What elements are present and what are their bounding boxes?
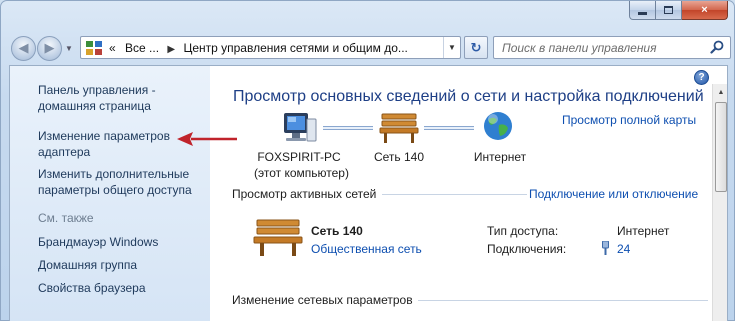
- breadcrumb-overflow[interactable]: «: [109, 41, 116, 55]
- breadcrumb-item-network-center[interactable]: Центр управления сетями и общим до...: [183, 41, 407, 55]
- breadcrumb: « Все ... ▶ Центр управления сетями и об…: [109, 41, 408, 55]
- see-also-label: См. также: [38, 211, 94, 225]
- access-type-value: Интернет: [617, 224, 670, 238]
- annotation-arrow-icon: [177, 132, 237, 146]
- task-pane: Панель управления - домашняя страница Из…: [10, 66, 210, 321]
- access-type-label: Тип доступа:: [487, 224, 559, 238]
- sidebar-item-windows-firewall[interactable]: Брандмауэр Windows: [38, 234, 208, 250]
- active-network-name: Сеть 140: [311, 224, 363, 238]
- search-icon[interactable]: [710, 40, 724, 54]
- computer-subtitle: (этот компьютер): [254, 166, 349, 180]
- forward-arrow-icon: ▶: [44, 40, 55, 55]
- refresh-button[interactable]: ↻: [464, 36, 488, 59]
- back-arrow-icon: ◀: [18, 40, 29, 55]
- ethernet-connection-icon: [602, 241, 609, 255]
- caption-buttons: ×: [629, 1, 728, 20]
- connect-or-disconnect-link[interactable]: Подключение или отключение: [529, 187, 698, 201]
- vertical-scrollbar[interactable]: ▲: [712, 84, 727, 321]
- sidebar-item-homegroup[interactable]: Домашняя группа: [38, 257, 208, 273]
- address-bar[interactable]: « Все ... ▶ Центр управления сетями и об…: [80, 36, 461, 59]
- recent-pages-dropdown[interactable]: ▼: [64, 44, 74, 53]
- connections-label: Подключения:: [487, 242, 567, 256]
- internet-globe-icon: [484, 112, 512, 140]
- navigation-bar: ◀ ▶ ▼ « Все ... ▶ Центр управления сетям…: [9, 34, 731, 62]
- close-icon: ×: [701, 4, 708, 16]
- sidebar-item-internet-options[interactable]: Свойства браузера: [38, 280, 208, 296]
- scrollbar-thumb[interactable]: [715, 102, 727, 192]
- breadcrumb-item-all[interactable]: Все ...: [125, 41, 159, 55]
- page-title: Просмотр основных сведений о сети и наст…: [233, 88, 704, 105]
- connection-link[interactable]: 24: [617, 242, 630, 256]
- minimize-button[interactable]: [629, 1, 656, 20]
- content-area: Панель управления - домашняя страница Из…: [9, 65, 728, 321]
- maximize-button[interactable]: [656, 1, 682, 20]
- bench-network-large-icon: [253, 219, 303, 256]
- search-input[interactable]: Поиск в панели управления: [493, 36, 731, 59]
- maximize-icon: [664, 6, 673, 14]
- breadcrumb-separator-icon[interactable]: ▶: [167, 44, 175, 55]
- scroll-up-icon[interactable]: ▲: [713, 84, 727, 100]
- forward-button[interactable]: ▶: [37, 35, 62, 61]
- view-full-map-link[interactable]: Просмотр полной карты: [562, 113, 696, 127]
- address-dropdown-button[interactable]: ▼: [443, 37, 460, 58]
- minimize-icon: [638, 11, 647, 15]
- internet-label: Интернет: [473, 150, 527, 164]
- section-divider: [382, 194, 527, 195]
- sidebar-item-advanced-sharing-settings[interactable]: Изменить дополнительные параметры общего…: [38, 166, 208, 198]
- network-name-label: Сеть 140: [373, 150, 425, 164]
- close-button[interactable]: ×: [682, 1, 728, 20]
- connection-line: [323, 126, 373, 130]
- section-divider: [418, 300, 708, 301]
- active-networks-title: Просмотр активных сетей: [232, 187, 377, 201]
- help-button[interactable]: ?: [694, 70, 709, 85]
- computer-icon: [284, 113, 317, 142]
- back-button[interactable]: ◀: [11, 35, 36, 61]
- window-frame: × ◀ ▶ ▼ « Все ... ▶ Центр управления сет…: [0, 0, 735, 321]
- sidebar-item-control-panel-home[interactable]: Панель управления - домашняя страница: [38, 82, 208, 114]
- network-type-link[interactable]: Общественная сеть: [311, 242, 422, 256]
- computer-name: FOXSPIRIT-PC: [257, 150, 341, 164]
- bench-network-icon: [379, 113, 419, 143]
- search-placeholder: Поиск в панели управления: [502, 40, 657, 55]
- connection-line: [424, 126, 474, 130]
- help-icon: ?: [698, 72, 705, 83]
- refresh-icon: ↻: [470, 39, 482, 55]
- change-settings-title: Изменение сетевых параметров: [232, 293, 413, 307]
- control-panel-icon: [86, 40, 102, 55]
